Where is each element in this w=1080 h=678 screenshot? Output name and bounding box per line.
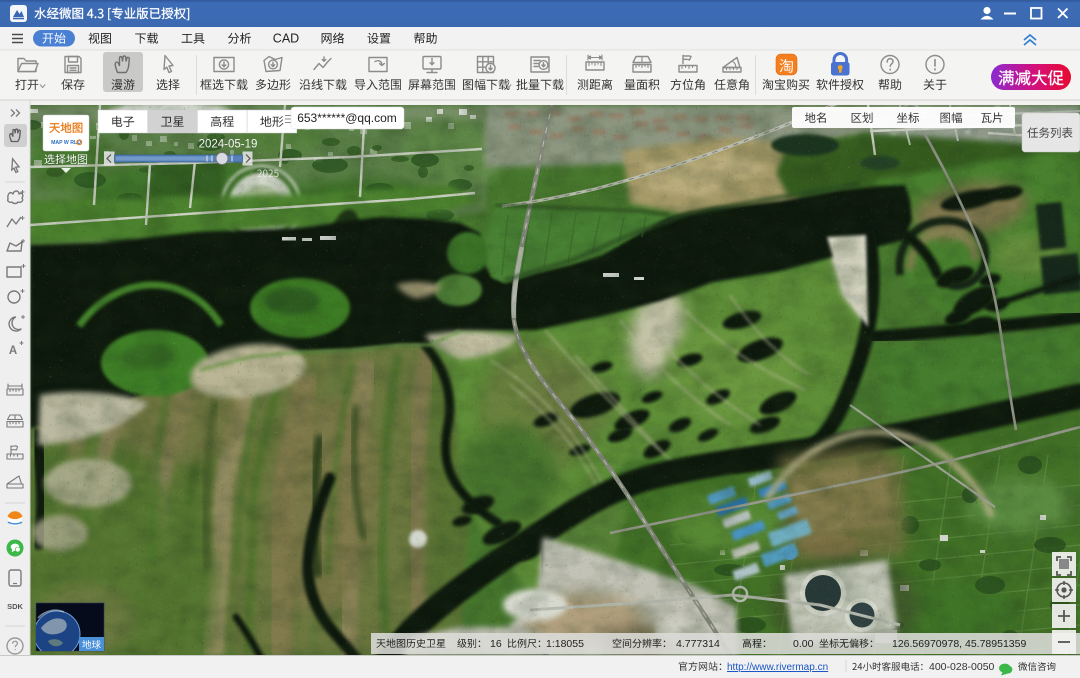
svg-text:400-028-0050: 400-028-0050 — [929, 661, 995, 673]
svg-text:A: A — [9, 345, 17, 357]
svg-text:CAD: CAD — [273, 32, 299, 46]
svg-text:1:18055: 1:18055 — [546, 638, 584, 650]
svg-text:0.00: 0.00 — [793, 638, 814, 650]
svg-text:http://www.rivermap.cn: http://www.rivermap.cn — [727, 662, 828, 673]
svg-text:16: 16 — [490, 638, 502, 650]
svg-text:653******@qq.com: 653******@qq.com — [297, 111, 397, 125]
svg-text:4.777314: 4.777314 — [676, 638, 720, 650]
svg-text:SDK: SDK — [7, 602, 23, 611]
svg-text:126.56970978, 45.78951359: 126.56970978, 45.78951359 — [892, 638, 1026, 650]
svg-text:2024-05-19: 2024-05-19 — [199, 139, 258, 151]
